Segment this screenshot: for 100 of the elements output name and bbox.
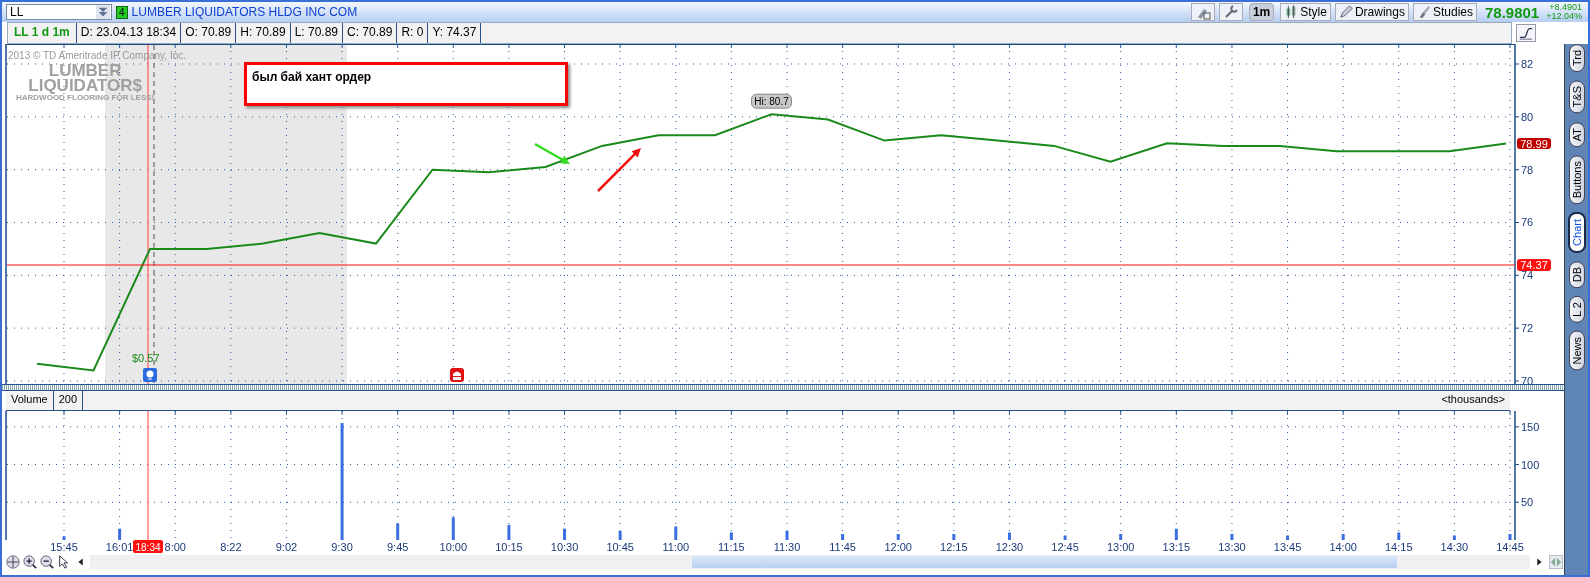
- axis-label: 9:30: [331, 541, 353, 553]
- text-note: был бай хант ордер: [244, 62, 568, 106]
- cursor-time-label: 18:34: [133, 540, 163, 553]
- panel-splitter[interactable]: [2, 384, 1564, 391]
- volume-bar: [1174, 528, 1178, 540]
- axis-label: 14:30: [1440, 541, 1469, 553]
- zoom-in-icon: [23, 555, 37, 569]
- axis-label: 82: [1514, 58, 1534, 70]
- y-tick-label: 150: [1521, 420, 1540, 433]
- axis-label: 10:30: [550, 541, 579, 553]
- axis-label: 13:00: [1106, 541, 1135, 553]
- units-label: <thousands>: [1440, 392, 1506, 407]
- info-field: L: 70.89: [290, 23, 343, 43]
- study-name: Volume: [6, 391, 54, 410]
- axis-label: 14:45: [1496, 541, 1524, 553]
- axis-label: 13:45: [1273, 541, 1302, 553]
- company-name: LUMBER LIQUIDATORS HLDG INC COM: [131, 5, 359, 19]
- axis-label: 15:45: [50, 541, 78, 553]
- axis-label: 12:00: [884, 541, 912, 553]
- side-tab[interactable]: News: [1568, 331, 1585, 371]
- y-tick-label: 82: [1521, 58, 1534, 70]
- curve-icon: [1518, 26, 1534, 40]
- volume-bar: [118, 528, 122, 540]
- y-tick-label: 80: [1521, 110, 1534, 123]
- chart-title: LL 1 d 1m: [8, 23, 77, 43]
- volume-bar: [952, 533, 956, 540]
- axis-label: 12:45: [1051, 541, 1079, 553]
- axis-label: 80: [1514, 110, 1534, 123]
- info-field: D: 23.04.13 18:34: [76, 23, 182, 43]
- volume-bar: [1508, 533, 1512, 540]
- axis-label: 11:00: [662, 541, 690, 553]
- link-badge[interactable]: 4: [116, 5, 128, 19]
- price-tag: 78.99: [1517, 137, 1551, 150]
- event-marker-icon[interactable]: [143, 368, 157, 382]
- timeframe-button[interactable]: 1m: [1248, 3, 1275, 21]
- side-tab[interactable]: AT: [1568, 121, 1585, 147]
- toolbar-button[interactable]: [22, 554, 38, 570]
- price-tag: 74.37: [1517, 259, 1551, 271]
- toolbar-button[interactable]: Style: [1280, 3, 1331, 21]
- volume-bar: [1452, 535, 1456, 540]
- volume-bar: [674, 526, 678, 540]
- percent-change: +12.04%: [1546, 12, 1582, 21]
- axis-label: 13:30: [1218, 541, 1246, 553]
- axis-label: 78: [1514, 163, 1534, 176]
- side-tab[interactable]: T&S: [1568, 80, 1585, 114]
- symbol-field[interactable]: LL: [6, 4, 112, 20]
- axis-label: 50: [1514, 496, 1534, 509]
- axis-label: 14:00: [1329, 541, 1357, 553]
- axis-label: 10:45: [606, 541, 634, 553]
- info-field: C: 70.89: [343, 23, 398, 43]
- info-field: H: 70.89: [236, 23, 291, 43]
- axis-label: 11:15: [718, 541, 745, 553]
- high-label: Hi: 80.7: [751, 93, 792, 109]
- axis-label: 9:02: [275, 541, 298, 553]
- axis-label: 14:15: [1385, 541, 1413, 553]
- arrow: [534, 142, 570, 164]
- scrollbar-thumb[interactable]: [692, 556, 1397, 568]
- volume-bar: [618, 530, 622, 540]
- y-tick-label: 76: [1521, 216, 1534, 229]
- side-tab[interactable]: L 2: [1568, 296, 1585, 324]
- volume-bar: [563, 528, 567, 540]
- toolbar-button[interactable]: Studies: [1412, 3, 1477, 21]
- toolbar-button[interactable]: [39, 554, 55, 570]
- info-field: O: 70.89: [181, 23, 237, 43]
- last-price: 78.9801: [1485, 3, 1540, 21]
- tool-button[interactable]: [1190, 3, 1215, 21]
- volume-bar: [1063, 535, 1067, 540]
- axis-label: 13:15: [1162, 541, 1191, 553]
- side-tab[interactable]: Buttons: [1568, 154, 1585, 205]
- volume-bar: [841, 533, 845, 540]
- info-field: Y: 74.37: [428, 23, 482, 43]
- axis-label: 10:15: [495, 541, 523, 553]
- scrollbar[interactable]: [90, 555, 1530, 569]
- curve-button[interactable]: [1516, 24, 1536, 42]
- net-change: +8.4901: [1548, 3, 1582, 12]
- side-tab[interactable]: Chart: [1567, 212, 1586, 253]
- pencil-icon: [1338, 5, 1353, 19]
- dividend-label: $0.57: [132, 352, 160, 364]
- phone-icon[interactable]: [450, 368, 464, 382]
- y-tick-label: 100: [1521, 458, 1540, 471]
- volume-bar: [1230, 533, 1234, 540]
- y-tick-label: 72: [1521, 322, 1534, 335]
- y-tick-label: 78: [1521, 163, 1534, 176]
- y-tick-label: 50: [1521, 496, 1534, 509]
- tool-button[interactable]: [1218, 3, 1243, 21]
- toolbar-button[interactable]: Drawings: [1334, 3, 1409, 21]
- axis-label: 12:15: [940, 541, 968, 553]
- volume-bar: [1397, 532, 1401, 540]
- side-tab[interactable]: Trd: [1568, 44, 1585, 73]
- volume-bar: [396, 523, 400, 540]
- volume-bar: [451, 517, 455, 540]
- volume-bar: [785, 530, 789, 540]
- expand-icon: [1549, 555, 1563, 569]
- pan-icon: [6, 555, 20, 569]
- axis-label: 150: [1514, 420, 1540, 433]
- side-tab[interactable]: DB: [1568, 260, 1585, 289]
- volume-bar: [1286, 535, 1290, 540]
- volume-bar: [1119, 533, 1123, 540]
- axis-label: 10:00: [439, 541, 468, 553]
- dropdown-icon: [95, 5, 111, 19]
